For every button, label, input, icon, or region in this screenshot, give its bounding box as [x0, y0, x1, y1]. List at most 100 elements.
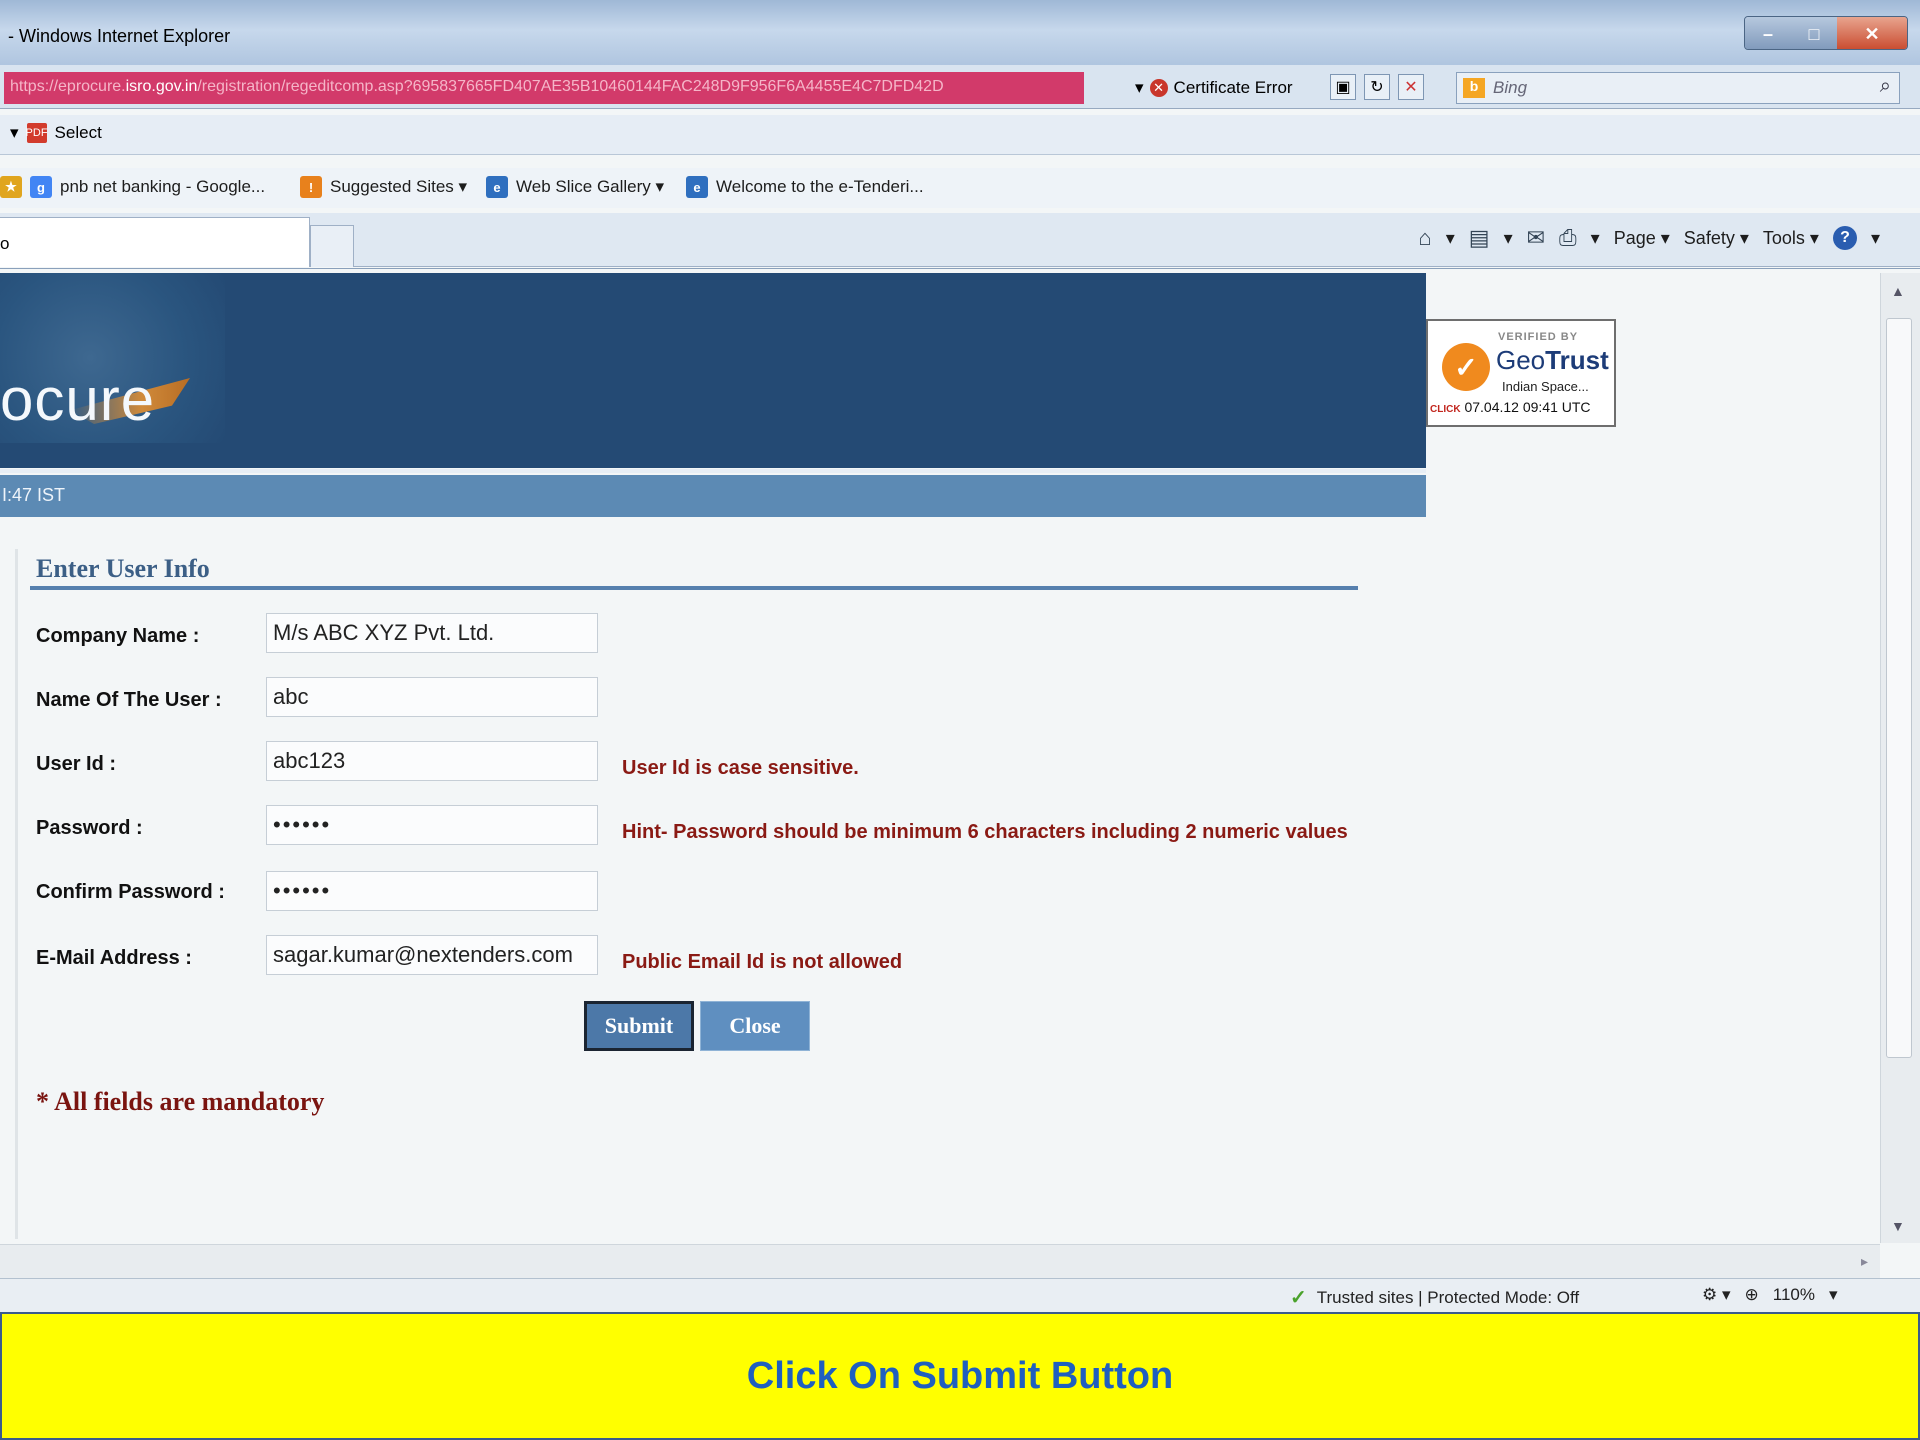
mandatory-note: * All fields are mandatory	[36, 1087, 325, 1116]
scroll-down-icon[interactable]: ▼	[1891, 1218, 1905, 1234]
page-viewport: ocure I:47 IST ✓ VERIFIED BY GeoTrust In…	[0, 268, 1920, 1280]
email-label: E-Mail Address :	[36, 947, 192, 969]
zoom-icon: ⊕	[1744, 1285, 1759, 1304]
google-icon: g	[30, 176, 52, 198]
url-text: https://eprocure.isro.gov.in/registratio…	[10, 78, 944, 95]
url-field[interactable]: https://eprocure.isro.gov.in/registratio…	[4, 72, 1084, 104]
user-id-field[interactable]: abc123	[266, 741, 598, 781]
certificate-error-icon: ✕	[1149, 79, 1168, 97]
window-titlebar: - Windows Internet Explorer – □ ✕	[0, 0, 1920, 75]
user-id-hint: User Id is case sensitive.	[622, 757, 859, 779]
instruction-caption: Click On Submit Button	[0, 1312, 1920, 1440]
tab-title: o	[0, 234, 10, 253]
geotrust-seal[interactable]: ✓ VERIFIED BY GeoTrust Indian Space... C…	[1426, 319, 1616, 427]
email-field[interactable]: sagar.kumar@nextenders.com	[266, 935, 598, 975]
zoom-control[interactable]: ⚙ ▾ ⊕ 110% ▾	[1702, 1285, 1838, 1305]
password-label: Password :	[36, 817, 143, 839]
dropdown-arrow-icon[interactable]: ▾	[1135, 78, 1144, 98]
certificate-error-button[interactable]: ▾ ✕ Certificate Error	[1135, 72, 1293, 104]
confirm-password-label: Confirm Password :	[36, 881, 225, 903]
refresh-icon[interactable]: ↻	[1364, 74, 1390, 100]
search-placeholder: Bing	[1493, 78, 1528, 97]
server-time: I:47 IST	[2, 485, 66, 505]
security-zone[interactable]: ✓ Trusted sites | Protected Mode: Off	[1290, 1285, 1579, 1310]
form-heading: Enter User Info	[36, 554, 210, 583]
geotrust-check-icon: ✓	[1442, 343, 1490, 391]
tools-menu[interactable]: Tools ▾	[1763, 228, 1819, 249]
search-icon[interactable]: ⌕	[1880, 75, 1891, 98]
geotrust-verified-label: VERIFIED BY	[1498, 331, 1579, 343]
print-icon[interactable]: ⎙	[1559, 225, 1577, 251]
submit-button[interactable]: Submit	[584, 1001, 694, 1051]
user-name-field[interactable]: abc	[266, 677, 598, 717]
tab-active[interactable]: o	[0, 217, 310, 267]
compatibility-view-icon[interactable]: ▣	[1330, 74, 1356, 100]
password-field[interactable]: ••••••	[266, 805, 598, 845]
dropdown-arrow-icon: ▾	[10, 123, 19, 142]
geotrust-brand: GeoTrust	[1496, 345, 1609, 375]
zoom-level: 110%	[1772, 1285, 1815, 1304]
page-menu[interactable]: Page ▾	[1614, 228, 1670, 249]
maximize-button[interactable]: □	[1791, 17, 1837, 49]
certificate-error-label: Certificate Error	[1173, 78, 1293, 97]
zoom-dropdown-icon[interactable]: ▾	[1829, 1285, 1838, 1305]
mail-icon[interactable]: ✉	[1527, 225, 1545, 251]
user-name-label: Name Of The User :	[36, 689, 222, 711]
search-input[interactable]: b Bing ⌕	[1456, 72, 1900, 104]
home-dropdown-icon[interactable]: ▾	[1446, 228, 1455, 249]
stop-icon[interactable]: ✕	[1398, 74, 1424, 100]
favorite-suggested-sites[interactable]: ! Suggested Sites ▾	[300, 176, 467, 198]
select-button[interactable]: ▾ PDF Select	[10, 123, 102, 143]
site-banner: ocure	[0, 273, 1426, 468]
horizontal-scrollbar[interactable]: ▸	[0, 1244, 1880, 1280]
password-hint: Hint- Password should be minimum 6 chara…	[622, 821, 1348, 843]
favorite-web-slice-gallery[interactable]: e Web Slice Gallery ▾	[486, 176, 664, 198]
tab-row: o ⌂ ▾ ▤ ▾ ✉ ⎙ ▾ Page ▾ Safety ▾ Tools ▾ ? ▾	[0, 213, 1920, 267]
vertical-scrollbar[interactable]: ▲ ▼	[1880, 273, 1920, 1243]
address-bar: https://eprocure.isro.gov.in/registratio…	[0, 65, 1920, 109]
confirm-password-field[interactable]: ••••••	[266, 871, 598, 911]
favorite-welcome-e-tendering[interactable]: e Welcome to the e-Tenderi...	[686, 176, 924, 198]
suggested-sites-icon: !	[300, 176, 322, 198]
time-strip: I:47 IST	[0, 475, 1426, 517]
favorites-add-icon[interactable]: ★	[0, 176, 22, 198]
company-name-field[interactable]: M/s ABC XYZ Pvt. Ltd.	[266, 613, 598, 653]
ie-command-bar: ⌂ ▾ ▤ ▾ ✉ ⎙ ▾ Page ▾ Safety ▾ Tools ▾ ? ▾	[1418, 225, 1880, 251]
scroll-up-icon[interactable]: ▲	[1891, 283, 1905, 299]
company-name-label: Company Name :	[36, 625, 200, 647]
help-dropdown-icon[interactable]: ▾	[1871, 228, 1880, 249]
select-label: Select	[54, 123, 102, 142]
minimize-button[interactable]: –	[1745, 17, 1791, 49]
geotrust-org: Indian Space...	[1502, 379, 1589, 394]
window-title: - Windows Internet Explorer	[8, 26, 231, 46]
safety-menu[interactable]: Safety ▾	[1684, 228, 1749, 249]
pdf-select-icon: PDF	[26, 123, 48, 143]
command-bar: ▾ PDF Select	[0, 115, 1920, 155]
favorite-pnb-net-banking[interactable]: g pnb net banking - Google...	[30, 176, 265, 198]
bing-logo-icon: b	[1463, 78, 1485, 98]
feeds-dropdown-icon[interactable]: ▾	[1504, 228, 1513, 249]
print-dropdown-icon[interactable]: ▾	[1591, 228, 1600, 249]
form-heading-rule	[30, 586, 1358, 590]
scrollbar-thumb[interactable]	[1886, 318, 1912, 1058]
favorites-bar: ★ g pnb net banking - Google... ! Sugges…	[0, 168, 1920, 208]
email-hint: Public Email Id is not allowed	[622, 951, 903, 973]
site-logo-text: ocure	[0, 366, 156, 433]
form-left-border	[15, 549, 18, 1239]
status-bar: ✓ Trusted sites | Protected Mode: Off ⚙ …	[0, 1278, 1920, 1312]
close-button[interactable]: Close	[700, 1001, 810, 1051]
scroll-right-icon[interactable]: ▸	[1861, 1253, 1868, 1270]
ie-icon: e	[486, 176, 508, 198]
change-zoom-icon[interactable]: ⚙ ▾	[1702, 1285, 1731, 1305]
security-zone-label: Trusted sites | Protected Mode: Off	[1316, 1287, 1580, 1307]
window-controls: – □ ✕	[1744, 16, 1908, 50]
home-icon[interactable]: ⌂	[1418, 225, 1431, 251]
new-tab-button[interactable]	[310, 225, 354, 267]
banner-divider	[0, 469, 1426, 473]
caption-text: Click On Submit Button	[746, 1354, 1174, 1397]
help-icon[interactable]: ?	[1832, 226, 1857, 250]
close-window-button[interactable]: ✕	[1837, 17, 1907, 49]
feeds-icon[interactable]: ▤	[1469, 225, 1490, 251]
ie-icon: e	[686, 176, 708, 198]
user-id-label: User Id :	[36, 753, 117, 775]
